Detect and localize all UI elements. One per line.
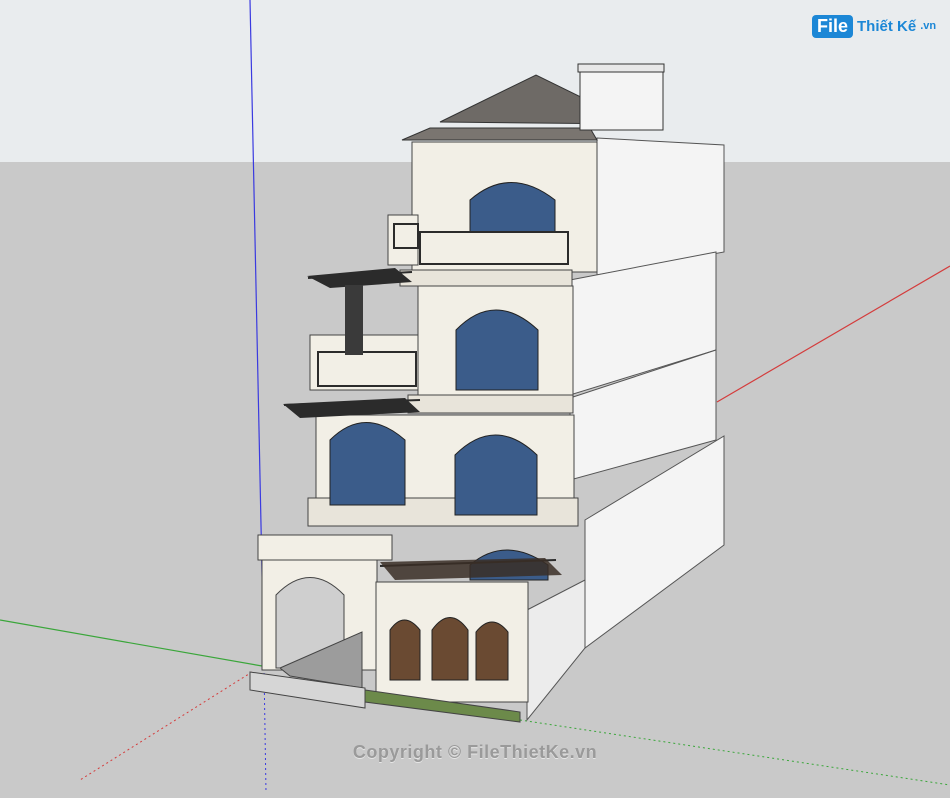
- logo-thietke: Thiết Kế: [857, 17, 917, 35]
- copyright-watermark: Copyright © FileThietKe.vn: [352, 742, 598, 762]
- watermark-logo: File Thiết Kế .vn: [812, 12, 936, 40]
- logo-vn: .vn: [920, 20, 937, 32]
- 3d-viewport[interactable]: File Thiết Kế .vn Copyright © FileThietK…: [0, 0, 950, 794]
- logo-file: File: [812, 14, 854, 38]
